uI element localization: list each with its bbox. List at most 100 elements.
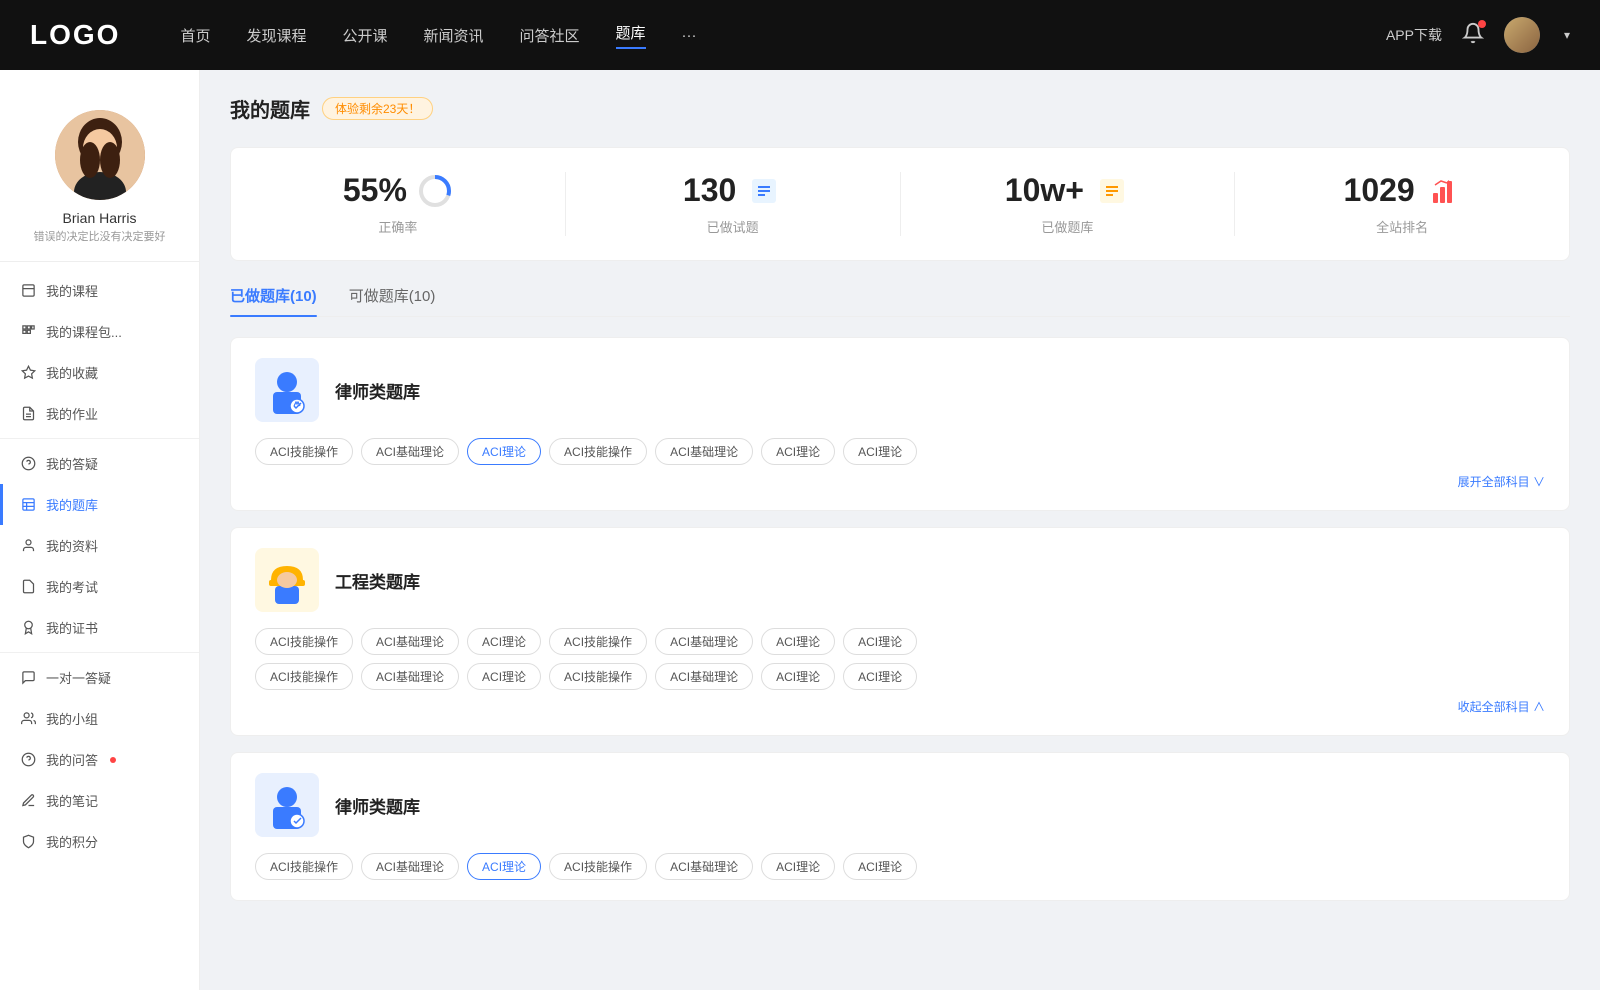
unread-dot: [110, 757, 116, 763]
sidebar-item-course-pkg[interactable]: 我的课程包...: [0, 311, 199, 352]
nav-link-home[interactable]: 首页: [180, 25, 210, 46]
sidebar-item-profile[interactable]: 我的资料: [0, 525, 199, 566]
bank-card-lawyer-2: 律师类题库 ACI技能操作 ACI基础理论 ACI理论 ACI技能操作 ACI基…: [230, 752, 1570, 901]
bank-tag[interactable]: ACI技能操作: [255, 853, 353, 880]
bank-title-engineer: 工程类题库: [335, 568, 420, 593]
bank-tags-lawyer-2: ACI技能操作 ACI基础理论 ACI理论 ACI技能操作 ACI基础理论 AC…: [255, 853, 1545, 880]
bank-tag[interactable]: ACI理论: [843, 628, 917, 655]
tabs-row: 已做题库(10) 可做题库(10): [230, 285, 1570, 317]
exam-icon: [20, 579, 36, 595]
sidebar-item-my-qa[interactable]: 我的问答: [0, 739, 199, 780]
bank-card-engineer: 工程类题库 ACI技能操作 ACI基础理论 ACI理论 ACI技能操作 ACI基…: [230, 527, 1570, 736]
user-menu-chevron[interactable]: ▾: [1564, 28, 1570, 42]
nav-link-news[interactable]: 新闻资讯: [424, 25, 484, 46]
bank-tag[interactable]: ACI理论: [467, 628, 541, 655]
sidebar-label: 我的考试: [46, 577, 98, 596]
stat-top: 10w+: [1005, 172, 1130, 209]
bank-tag-active[interactable]: ACI理论: [467, 438, 541, 465]
sidebar-label: 我的笔记: [46, 791, 98, 810]
sidebar-item-homework[interactable]: 我的作业: [0, 393, 199, 434]
stat-value-rank: 1029: [1344, 172, 1415, 209]
bank-footer: 收起全部科目 ∧: [255, 698, 1545, 715]
nav-link-more[interactable]: ···: [682, 27, 697, 44]
navbar: LOGO 首页 发现课程 公开课 新闻资讯 问答社区 题库 ··· APP下载 …: [0, 0, 1600, 70]
expand-link[interactable]: 展开全部科目 ∨: [1458, 473, 1545, 490]
nav-right: APP下载 ▾: [1386, 17, 1570, 53]
bank-tag[interactable]: ACI基础理论: [655, 438, 753, 465]
nav-link-discover[interactable]: 发现课程: [246, 25, 306, 46]
bank-tag[interactable]: ACI技能操作: [549, 628, 647, 655]
bank-tags-engineer-row2: ACI技能操作 ACI基础理论 ACI理论 ACI技能操作 ACI基础理论 AC…: [255, 663, 1545, 690]
sidebar-label: 我的题库: [46, 495, 98, 514]
sidebar-label: 我的作业: [46, 404, 98, 423]
bank-tag[interactable]: ACI理论: [761, 628, 835, 655]
bank-tag[interactable]: ACI基础理论: [655, 663, 753, 690]
tab-available-banks[interactable]: 可做题库(10): [349, 285, 436, 316]
nav-link-bank[interactable]: 题库: [616, 22, 646, 49]
bank-tag[interactable]: ACI理论: [843, 438, 917, 465]
notification-bell[interactable]: [1462, 22, 1484, 49]
bank-tag[interactable]: ACI理论: [761, 438, 835, 465]
user-avatar[interactable]: [1504, 17, 1540, 53]
sidebar-item-favorites[interactable]: 我的收藏: [0, 352, 199, 393]
sidebar-item-my-courses[interactable]: 我的课程: [0, 270, 199, 311]
notes-icon: [20, 793, 36, 809]
lawyer-icon-2: [255, 773, 319, 837]
tutoring-icon: [20, 670, 36, 686]
sidebar-item-group[interactable]: 我的小组: [0, 698, 199, 739]
avatar-image: [1504, 17, 1540, 53]
nav-link-open[interactable]: 公开课: [342, 25, 387, 46]
sidebar-label: 我的证书: [46, 618, 98, 637]
bank-tag[interactable]: ACI理论: [761, 853, 835, 880]
sidebar-item-bank[interactable]: 我的题库: [0, 484, 199, 525]
my-qa-icon: [20, 752, 36, 768]
bank-tag[interactable]: ACI基础理论: [361, 628, 459, 655]
nav-link-qa[interactable]: 问答社区: [520, 25, 580, 46]
bank-tag[interactable]: ACI基础理论: [361, 663, 459, 690]
collapse-link[interactable]: 收起全部科目 ∧: [1458, 698, 1545, 715]
profile-section: Brian Harris 错误的决定比没有决定要好: [0, 90, 199, 262]
stat-label-rank: 全站排名: [1376, 217, 1428, 236]
bank-tag[interactable]: ACI技能操作: [255, 628, 353, 655]
profile-motto: 错误的决定比没有决定要好: [34, 230, 166, 245]
bank-tag[interactable]: ACI技能操作: [549, 438, 647, 465]
bank-title-lawyer-2: 律师类题库: [335, 793, 420, 818]
bank-tag[interactable]: ACI技能操作: [255, 438, 353, 465]
bank-tag[interactable]: ACI基础理论: [361, 438, 459, 465]
sidebar-item-notes[interactable]: 我的笔记: [0, 780, 199, 821]
bank-tag[interactable]: ACI理论: [843, 853, 917, 880]
app-download-button[interactable]: APP下载: [1386, 25, 1442, 45]
nav-logo: LOGO: [30, 19, 120, 51]
page-wrapper: Brian Harris 错误的决定比没有决定要好 我的课程 我的课程包...: [0, 0, 1600, 990]
bank-tag[interactable]: ACI技能操作: [255, 663, 353, 690]
sidebar-item-questions[interactable]: 我的答疑: [0, 443, 199, 484]
page-header: 我的题库 体验剩余23天！: [230, 94, 1570, 123]
sidebar-label: 我的问答: [46, 750, 98, 769]
bank-card-lawyer-1: 律师类题库 ACI技能操作 ACI基础理论 ACI理论 ACI技能操作 ACI基…: [230, 337, 1570, 511]
sidebar-label: 我的答疑: [46, 454, 98, 473]
sidebar-item-tutoring[interactable]: 一对一答疑: [0, 657, 199, 698]
stat-accuracy: 55% 正确率: [231, 172, 566, 236]
sidebar-divider-2: [0, 652, 199, 653]
bank-tag[interactable]: ACI理论: [843, 663, 917, 690]
sidebar-label: 我的积分: [46, 832, 98, 851]
stat-done-questions: 130 已做试题: [566, 172, 901, 236]
bank-tag[interactable]: ACI理论: [467, 663, 541, 690]
cert-icon: [20, 620, 36, 636]
bank-tag-active[interactable]: ACI理论: [467, 853, 541, 880]
profile-avatar: [55, 110, 145, 200]
sidebar-item-exam[interactable]: 我的考试: [0, 566, 199, 607]
bank-tag[interactable]: ACI基础理论: [655, 628, 753, 655]
bank-tag[interactable]: ACI技能操作: [549, 853, 647, 880]
tab-done-banks[interactable]: 已做题库(10): [230, 285, 317, 316]
bank-tag[interactable]: ACI理论: [761, 663, 835, 690]
engineer-icon: [255, 548, 319, 612]
lawyer-icon: [255, 358, 319, 422]
sidebar-item-points[interactable]: 我的积分: [0, 821, 199, 862]
sidebar-item-cert[interactable]: 我的证书: [0, 607, 199, 648]
bank-tag[interactable]: ACI技能操作: [549, 663, 647, 690]
stat-value-accuracy: 55%: [343, 172, 407, 209]
bank-tag[interactable]: ACI基础理论: [655, 853, 753, 880]
bank-tag[interactable]: ACI基础理论: [361, 853, 459, 880]
chart-red-icon: [1425, 173, 1461, 209]
